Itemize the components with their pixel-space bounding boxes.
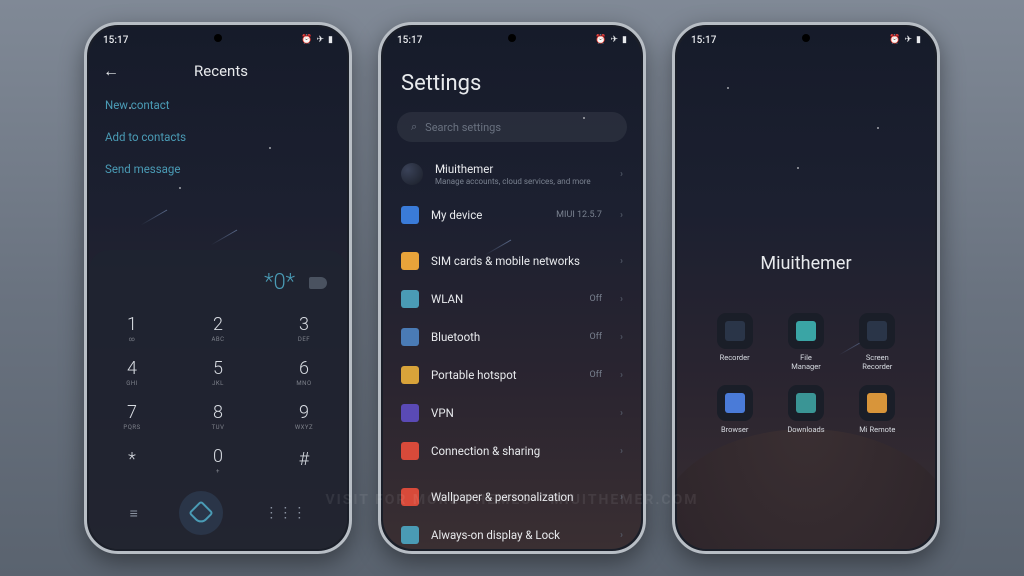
setting-row[interactable]: Wallpaper & personalization › <box>397 478 627 516</box>
setting-icon <box>401 442 419 460</box>
folder-title: Miuithemer <box>760 253 851 274</box>
chevron-right-icon: › <box>620 492 623 503</box>
status-time: 15:17 <box>103 35 128 46</box>
dialpad-grid: 1∞2ABC3DEF 4GHI5JKL6MNO 7PQRS8TUV9WXYZ *0+# <box>89 307 347 483</box>
send-message-link[interactable]: Send message <box>89 153 347 185</box>
phone-home: 15:17 ⏰✈▮ Miuithemer Recorder FileManage… <box>672 22 940 554</box>
dialpad-key-4[interactable]: 4GHI <box>89 351 175 395</box>
dialpad-key-8[interactable]: 8TUV <box>175 395 261 439</box>
dialpad-key-3[interactable]: 3DEF <box>261 307 347 351</box>
backspace-icon[interactable] <box>309 277 327 289</box>
chevron-right-icon: › <box>620 332 623 343</box>
setting-row[interactable]: Connection & sharing › <box>397 432 627 470</box>
app-folder-grid: Recorder FileManager ScreenRecorder Brow… <box>706 313 906 434</box>
app-recorder[interactable]: Recorder <box>706 313 763 371</box>
dialpad-key-*[interactable]: * <box>89 439 175 483</box>
chevron-right-icon: › <box>620 256 623 267</box>
chevron-right-icon: › <box>620 370 623 381</box>
chevron-right-icon: › <box>620 294 623 305</box>
dialpad-key-#[interactable]: # <box>261 439 347 483</box>
camera-cutout <box>508 34 516 42</box>
setting-row[interactable]: Always-on display & Lock › <box>397 516 627 549</box>
dialpad-key-6[interactable]: 6MNO <box>261 351 347 395</box>
setting-icon <box>401 328 419 346</box>
dialpad-panel: *0* 1∞2ABC3DEF 4GHI5JKL6MNO 7PQRS8TUV9WXYZ… <box>89 250 347 549</box>
setting-row[interactable]: VPN › <box>397 394 627 432</box>
setting-icon <box>401 404 419 422</box>
status-time: 15:17 <box>397 35 422 46</box>
phone-dialer: 15:17 ⏰✈▮ ← Recents New contact Add to c… <box>84 22 352 554</box>
setting-row[interactable]: Bluetooth Off › <box>397 318 627 356</box>
setting-row[interactable]: WLAN Off › <box>397 280 627 318</box>
app-screen-recorder[interactable]: ScreenRecorder <box>849 313 906 371</box>
back-icon[interactable]: ← <box>103 61 119 81</box>
dialpad-key-5[interactable]: 5JKL <box>175 351 261 395</box>
menu-icon[interactable]: ≡ <box>130 505 138 522</box>
app-icon <box>859 313 895 349</box>
dialpad-key-9[interactable]: 9WXYZ <box>261 395 347 439</box>
chevron-right-icon: › <box>620 408 623 419</box>
search-input[interactable]: ⌕ Search settings <box>397 112 627 142</box>
chevron-right-icon: › <box>620 169 623 180</box>
app-icon <box>717 385 753 421</box>
setting-row[interactable]: Portable hotspot Off › <box>397 356 627 394</box>
app-browser[interactable]: Browser <box>706 385 763 434</box>
search-icon: ⌕ <box>411 120 417 134</box>
phone-icon <box>188 500 213 525</box>
app-icon <box>788 385 824 421</box>
setting-icon <box>401 488 419 506</box>
add-to-contacts-link[interactable]: Add to contacts <box>89 121 347 153</box>
app-file-manager[interactable]: FileManager <box>777 313 834 371</box>
setting-icon <box>401 290 419 308</box>
chevron-right-icon: › <box>620 446 623 457</box>
camera-cutout <box>214 34 222 42</box>
my-device-row[interactable]: My device MIUI 12.5.7 › <box>397 196 627 234</box>
setting-row[interactable]: SIM cards & mobile networks › <box>397 242 627 280</box>
app-downloads[interactable]: Downloads <box>777 385 834 434</box>
setting-icon <box>401 252 419 270</box>
dial-input: *0* <box>264 270 295 295</box>
setting-icon <box>401 366 419 384</box>
chevron-right-icon: › <box>620 210 623 221</box>
dialpad-key-2[interactable]: 2ABC <box>175 307 261 351</box>
status-time: 15:17 <box>691 35 716 46</box>
dialpad-key-7[interactable]: 7PQRS <box>89 395 175 439</box>
device-icon <box>401 206 419 224</box>
new-contact-link[interactable]: New contact <box>89 89 347 121</box>
page-title: Recents <box>139 62 303 80</box>
phone-settings: 15:17 ⏰✈▮ Settings ⌕ Search settings Miu… <box>378 22 646 554</box>
dialpad-toggle-icon[interactable]: ⋮⋮⋮ <box>264 505 306 521</box>
account-row[interactable]: Miuithemer Manage accounts, cloud servic… <box>397 152 627 196</box>
app-icon <box>788 313 824 349</box>
app-icon <box>859 385 895 421</box>
setting-icon <box>401 526 419 544</box>
chevron-right-icon: › <box>620 530 623 541</box>
app-icon <box>717 313 753 349</box>
page-title: Settings <box>383 53 641 106</box>
app-mi-remote[interactable]: Mi Remote <box>849 385 906 434</box>
camera-cutout <box>802 34 810 42</box>
avatar-icon <box>401 163 423 185</box>
dialpad-key-0[interactable]: 0+ <box>175 439 261 483</box>
call-button[interactable] <box>179 491 223 535</box>
dialpad-key-1[interactable]: 1∞ <box>89 307 175 351</box>
